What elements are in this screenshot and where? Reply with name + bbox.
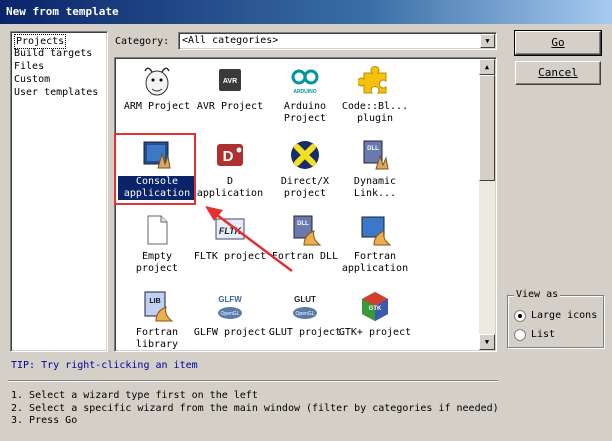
svg-text:ARDUINO: ARDUINO: [293, 89, 316, 95]
wizard-label: Arduino Project: [283, 101, 327, 124]
instruction-step-2: 2. Select a specific wizard from the mai…: [11, 402, 499, 414]
instructions: 1. Select a wizard type first on the lef…: [11, 390, 499, 428]
svg-text:DLL: DLL: [297, 221, 309, 227]
blank-page-icon: [140, 213, 174, 247]
glut-icon: GLUT OpenGL: [288, 289, 322, 323]
wizard-label: Empty project: [135, 251, 179, 274]
category-list[interactable]: Projects Build targets Files Custom User…: [10, 31, 108, 352]
svg-text:GLUT: GLUT: [294, 295, 316, 304]
gnu-gnu-icon: [140, 63, 174, 97]
d-language-icon: D: [213, 138, 247, 172]
svg-text:D: D: [223, 148, 234, 165]
list-option[interactable]: List: [514, 328, 555, 342]
wiz-avr-project[interactable]: AVR AVR Project: [191, 63, 269, 113]
wizard-label: Fortran DLL: [271, 251, 339, 262]
svg-text:LIB: LIB: [149, 298, 160, 305]
highlight-annotation-box: [114, 133, 196, 205]
instruction-step-3: 3. Press Go: [11, 415, 78, 426]
puzzle-piece-icon: [356, 63, 392, 97]
wiz-dynamic-link-library[interactable]: DLL Dynamic Link...: [336, 138, 414, 200]
category-item-files[interactable]: Files: [14, 60, 104, 73]
svg-text:GTK: GTK: [369, 306, 382, 312]
category-item-build-targets[interactable]: Build targets: [14, 47, 104, 60]
wiz-fortran-library[interactable]: LIB Fortran library: [118, 289, 196, 351]
dll-icon: DLL: [358, 138, 392, 172]
gtk-icon: GTK: [358, 289, 392, 323]
category-dropdown[interactable]: <All categories> ▼: [178, 32, 497, 50]
svg-text:OpenGL: OpenGL: [221, 311, 240, 317]
scroll-up-icon[interactable]: ▲: [479, 59, 495, 75]
svg-text:DLL: DLL: [367, 146, 379, 152]
wiz-fltk-project[interactable]: FLTK FLTK project: [191, 213, 269, 263]
cancel-button[interactable]: Cancel: [515, 61, 601, 85]
wizard-label: Fortran library: [135, 327, 179, 350]
scrollbar-thumb[interactable]: [479, 75, 495, 181]
view-as-legend: View as: [514, 289, 561, 300]
wiz-arduino-project[interactable]: ARDUINO Arduino Project: [266, 63, 344, 125]
window-title: New from template: [6, 5, 119, 18]
wizard-label: Dynamic Link...: [353, 176, 397, 199]
category-label: Category:: [115, 36, 170, 47]
list-radio[interactable]: [514, 329, 526, 341]
wiz-glut-project[interactable]: GLUT OpenGL GLUT project: [266, 289, 344, 339]
wiz-codeblocks-plugin[interactable]: Code::Bl... plugin: [336, 63, 414, 125]
fortran-lib-icon: LIB: [140, 289, 174, 323]
wiz-fortran-dll[interactable]: DLL Fortran DLL: [266, 213, 344, 263]
glfw-icon: GLFW OpenGL: [213, 289, 247, 323]
svg-text:AVR: AVR: [223, 78, 237, 85]
category-item-projects[interactable]: Projects: [14, 34, 104, 49]
svg-text:GLFW: GLFW: [218, 295, 242, 304]
wizard-label: FLTK project: [193, 251, 267, 262]
wiz-directx-project[interactable]: Direct/X project: [266, 138, 344, 200]
wiz-d-application[interactable]: D D application: [191, 138, 269, 200]
wizard-label: Direct/X project: [280, 176, 330, 199]
fortran-app-icon: [358, 213, 392, 247]
wiz-gtk-project[interactable]: GTK GTK+ project: [336, 289, 414, 339]
go-button[interactable]: Go: [514, 30, 602, 56]
category-item-custom[interactable]: Custom: [14, 73, 104, 86]
category-item-user-templates[interactable]: User templates: [14, 86, 104, 99]
wiz-fortran-application[interactable]: Fortran application: [336, 213, 414, 275]
fltk-icon: FLTK: [213, 213, 247, 247]
wizard-label: Code::Bl... plugin: [341, 101, 409, 124]
directx-icon: [288, 138, 322, 172]
wizard-label: GLFW project: [193, 327, 267, 338]
wizard-label: GLUT project: [268, 327, 342, 338]
wiz-glfw-project[interactable]: GLFW OpenGL GLFW project: [191, 289, 269, 339]
scroll-down-icon[interactable]: ▼: [479, 334, 495, 350]
svg-text:OpenGL: OpenGL: [296, 311, 315, 317]
vertical-scrollbar[interactable]: ▲ ▼: [479, 59, 495, 350]
view-as-group: View as Large icons List: [507, 289, 604, 348]
wizard-label: GTK+ project: [338, 327, 412, 338]
category-dropdown-value: <All categories>: [182, 35, 279, 46]
tip-text: TIP: Try right-clicking an item: [11, 360, 198, 371]
large-icons-radio[interactable]: [514, 310, 526, 322]
wizard-label: AVR Project: [196, 101, 264, 112]
chevron-down-icon[interactable]: ▼: [480, 34, 495, 48]
wizard-label: ARM Project: [123, 101, 191, 112]
fortran-dll-icon: DLL: [288, 213, 322, 247]
svg-text:FLTK: FLTK: [219, 226, 243, 236]
avr-chip-icon: AVR: [213, 63, 247, 97]
wizard-label: Fortran application: [341, 251, 409, 274]
wizard-label: D application: [196, 176, 264, 199]
window-title-bar[interactable]: New from template: [0, 0, 612, 24]
divider: [8, 380, 498, 382]
large-icons-option[interactable]: Large icons: [514, 309, 597, 323]
arduino-icon: ARDUINO: [288, 63, 322, 97]
wiz-arm-project[interactable]: ARM Project: [118, 63, 196, 113]
instruction-step-1: 1. Select a wizard type first on the lef…: [11, 390, 258, 401]
wiz-empty-project[interactable]: Empty project: [118, 213, 196, 275]
